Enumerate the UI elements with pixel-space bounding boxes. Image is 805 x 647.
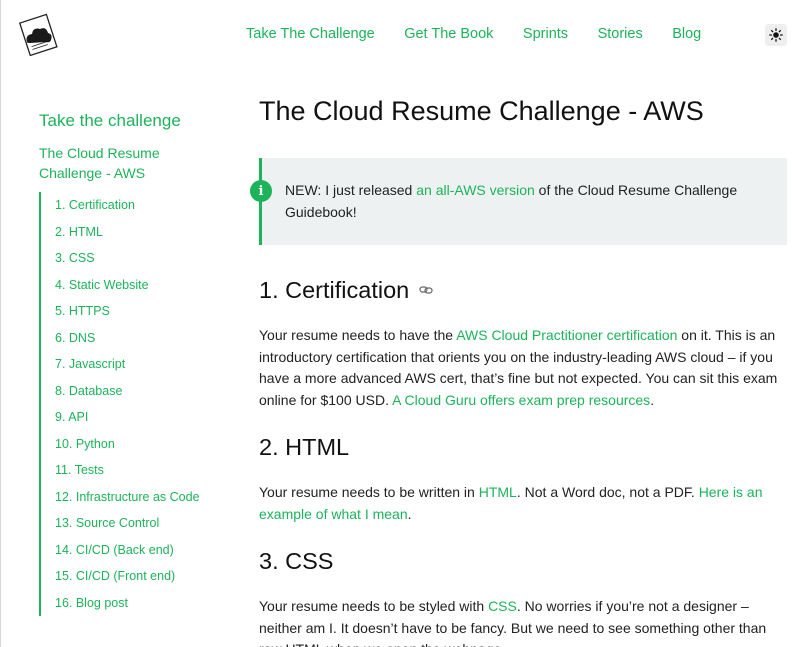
heading-text: 1. Certification bbox=[259, 277, 410, 303]
toc-item-tests[interactable]: 11. Tests bbox=[55, 457, 209, 484]
toc-item-dns[interactable]: 6. DNS bbox=[55, 325, 209, 352]
nav-sprints[interactable]: Sprints bbox=[523, 26, 568, 42]
html-paragraph: Your resume needs to be written in HTML.… bbox=[259, 482, 789, 525]
section-heading-html: 2. HTML bbox=[259, 432, 789, 462]
toc-item-infrastructure-as-code[interactable]: 12. Infrastructure as Code bbox=[55, 484, 209, 511]
a-cloud-guru-link[interactable]: A Cloud Guru offers exam prep resources bbox=[392, 392, 650, 408]
section-heading-css: 3. CSS bbox=[259, 546, 789, 576]
nav-take-the-challenge[interactable]: Take The Challenge bbox=[246, 26, 375, 42]
sun-icon bbox=[769, 28, 783, 42]
all-aws-version-link[interactable]: an all-AWS version bbox=[416, 182, 535, 198]
nav-stories[interactable]: Stories bbox=[598, 26, 643, 42]
page-title: The Cloud Resume Challenge - AWS bbox=[259, 96, 704, 126]
toc-item-static-website[interactable]: 4. Static Website bbox=[55, 272, 209, 299]
section-heading-certification: 1. Certification bbox=[259, 275, 789, 305]
toc-item-python[interactable]: 10. Python bbox=[55, 431, 209, 458]
theme-toggle-button[interactable] bbox=[765, 24, 787, 46]
notice-callout: i NEW: I just released an all-AWS versio… bbox=[250, 158, 787, 245]
sidebar-toc: 1. Certification 2. HTML 3. CSS 4. Stati… bbox=[39, 192, 209, 616]
sidebar-subtitle[interactable]: The Cloud Resume Challenge - AWS bbox=[39, 143, 209, 183]
cloud-resume-logo-icon[interactable] bbox=[15, 12, 61, 57]
nav-blog[interactable]: Blog bbox=[672, 26, 701, 42]
toc-item-javascript[interactable]: 7. Javascript bbox=[55, 351, 209, 378]
html-link[interactable]: HTML bbox=[479, 484, 517, 500]
nav-get-the-book[interactable]: Get The Book bbox=[404, 26, 493, 42]
toc-item-cicd-front-end[interactable]: 15. CI/CD (Front end) bbox=[55, 563, 209, 590]
heading-text: 2. HTML bbox=[259, 434, 350, 460]
site-header: Take The Challenge Get The Book Sprints … bbox=[1, 0, 805, 70]
paragraph-text: Your resume needs to have the bbox=[259, 327, 457, 343]
aws-cloud-practitioner-link[interactable]: AWS Cloud Practitioner certification bbox=[456, 327, 677, 343]
css-paragraph: Your resume needs to be styled with CSS.… bbox=[259, 596, 789, 647]
toc-item-source-control[interactable]: 13. Source Control bbox=[55, 510, 209, 537]
heading-text: 3. CSS bbox=[259, 548, 334, 574]
toc-item-css[interactable]: 3. CSS bbox=[55, 245, 209, 272]
css-link[interactable]: CSS bbox=[488, 598, 517, 614]
sidebar: Take the challenge The Cloud Resume Chal… bbox=[39, 108, 209, 616]
main-nav: Take The Challenge Get The Book Sprints … bbox=[246, 26, 731, 42]
main-content: The Cloud Resume Challenge - AWS i NEW: … bbox=[250, 94, 789, 647]
paragraph-text: . Not a Word doc, not a PDF. bbox=[516, 484, 699, 500]
toc-item-blog-post[interactable]: 16. Blog post bbox=[55, 590, 209, 617]
sidebar-title[interactable]: Take the challenge bbox=[39, 108, 209, 134]
toc-item-cicd-back-end[interactable]: 14. CI/CD (Back end) bbox=[55, 537, 209, 564]
paragraph-text: Your resume needs to be written in bbox=[259, 484, 479, 500]
toc-item-api[interactable]: 9. API bbox=[55, 404, 209, 431]
paragraph-text: . bbox=[407, 505, 412, 522]
paragraph-text: . bbox=[650, 391, 655, 408]
callout-text-pre: NEW: I just released bbox=[285, 182, 417, 198]
toc-item-database[interactable]: 8. Database bbox=[55, 378, 209, 405]
toc-item-https[interactable]: 5. HTTPS bbox=[55, 298, 209, 325]
callout-text: NEW: I just released an all-AWS version … bbox=[285, 179, 767, 223]
paragraph-text: Your resume needs to be styled with bbox=[259, 598, 489, 614]
link-anchor-icon[interactable] bbox=[419, 285, 433, 295]
certification-paragraph: Your resume needs to have the AWS Cloud … bbox=[259, 325, 789, 411]
toc-item-certification[interactable]: 1. Certification bbox=[55, 192, 209, 219]
toc-item-html[interactable]: 2. HTML bbox=[55, 219, 209, 246]
info-icon: i bbox=[250, 180, 272, 202]
